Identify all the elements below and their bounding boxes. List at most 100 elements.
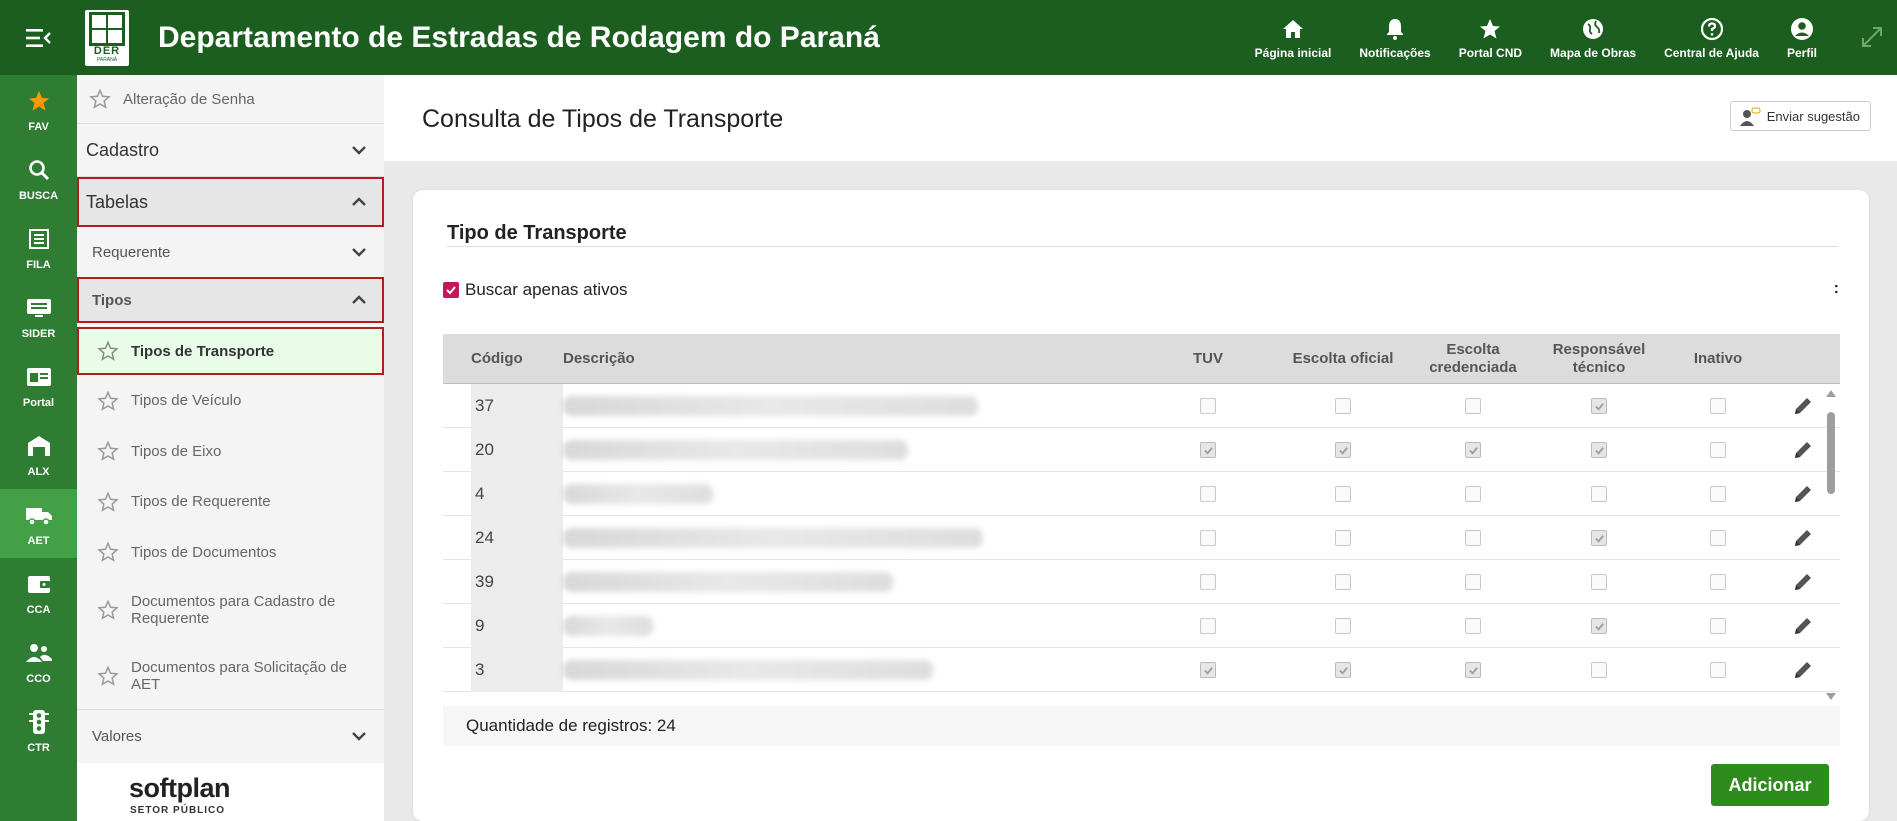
active-only-checkbox[interactable] [443,282,459,298]
rail-busca[interactable]: BUSCA [0,144,77,213]
bell-icon [1382,16,1408,42]
active-only-label: Buscar apenas ativos [465,280,628,299]
rail-cca[interactable]: CCA [0,558,77,627]
rail-sider[interactable]: SIDER [0,282,77,351]
top-header: DER PARANÁ Departamento de Estradas de R… [0,0,1897,75]
checkbox-inativo [1710,442,1726,458]
checkbox-inativo [1710,618,1726,634]
sidebar-item-tipos-veiculo[interactable]: Tipos de Veículo [77,375,384,426]
nav-help[interactable]: Central de Ajuda [1650,0,1773,75]
sidebar-item-docs-cadastro-requerente[interactable]: Documentos para Cadastro de Requerente [77,577,384,643]
star-outline-icon[interactable] [97,599,119,621]
checkbox-responsavel [1591,486,1607,502]
table-row[interactable]: 20 [443,428,1840,472]
checkbox-escolta-oficial [1335,486,1351,502]
star-icon [1477,16,1503,42]
rail-portal[interactable]: Portal [0,351,77,420]
star-outline-icon[interactable] [89,88,111,110]
rail-cco[interactable]: CCO [0,627,77,696]
brand-name: softplan [129,773,231,803]
code-cell: 37 [471,384,563,428]
people-icon [25,639,53,667]
expand-icon[interactable] [1859,24,1885,50]
nav-profile[interactable]: Perfil [1773,0,1831,75]
star-outline-icon[interactable] [97,389,119,412]
sidebar-group-requerente[interactable]: Requerente [77,227,384,277]
send-suggestion-button[interactable]: Enviar sugestão [1729,101,1871,131]
portal-icon [25,363,53,391]
sidebar-item-label: Tipos de Eixo [131,442,222,460]
star-outline-icon[interactable] [97,541,119,563]
star-outline-icon[interactable] [97,340,119,362]
rail-fila[interactable]: FILA [0,213,77,282]
section-label: Cadastro [86,139,160,160]
nav-mapa-obras[interactable]: Mapa de Obras [1536,0,1650,75]
table-row[interactable]: 9 [443,604,1840,648]
description-cell-redacted [563,616,653,636]
sidebar-item-tipos-requerente[interactable]: Tipos de Requerente [77,476,384,527]
sidebar-section-cadastro[interactable]: Cadastro [77,124,384,176]
sidebar-item-label: Tipos de Documentos [131,543,277,561]
scroll-thumb[interactable] [1827,412,1835,494]
sidebar-group-tipos[interactable]: Tipos [77,277,384,323]
table-row[interactable]: 3 [443,648,1840,692]
menu-toggle-button[interactable] [0,0,77,75]
col-escolta-oficial[interactable]: Escolta oficial [1278,334,1408,384]
nav-portal-cnd[interactable]: Portal CND [1445,0,1536,75]
traffic-light-icon [25,708,53,736]
group-label: Tipos [92,291,132,309]
user-icon [1789,16,1815,42]
checkbox-tuv [1200,574,1216,590]
sidebar-item-label: Tipos de Veículo [131,392,242,409]
edit-icon[interactable] [1792,571,1814,593]
edit-icon[interactable] [1792,483,1814,505]
col-descricao[interactable]: Descrição [563,334,663,384]
table-row[interactable]: 24 [443,516,1840,560]
sidebar-item-docs-solicitacao-aet[interactable]: Documentos para Solicitação de AET [77,643,384,709]
sidebar-item-alteracao-senha[interactable]: Alteração de Senha [77,75,384,123]
description-cell-redacted [563,572,893,592]
sidebar-item-tipos-transporte[interactable]: Tipos de Transporte [77,327,384,375]
sidebar-item-tipos-eixo[interactable]: Tipos de Eixo [77,426,384,476]
col-responsavel-tecnico[interactable]: Responsável técnico [1543,334,1655,384]
page-title: Consulta de Tipos de Transporte [422,105,784,133]
sidebar-group-valores[interactable]: Valores [77,710,384,762]
star-outline-icon[interactable] [97,490,119,513]
edit-icon[interactable] [1792,439,1814,461]
sidebar-section-tabelas[interactable]: Tabelas [77,177,384,227]
rail-fav[interactable]: FAV [0,75,77,144]
chevron-down-icon [352,146,366,155]
code-cell: 9 [471,604,563,648]
active-only-filter[interactable]: Buscar apenas ativos [443,280,628,300]
sidebar-item-tipos-documentos[interactable]: Tipos de Documentos [77,527,384,577]
col-inativo[interactable]: Inativo [1668,334,1768,384]
chevron-up-icon [352,295,366,304]
rail-alx[interactable]: ALX [0,420,77,489]
star-outline-icon[interactable] [97,665,119,687]
sidebar-item-label: Alteração de Senha [123,90,255,108]
col-tuv[interactable]: TUV [1163,334,1253,384]
col-codigo[interactable]: Código [471,334,531,384]
table-row[interactable]: 39 [443,560,1840,604]
edit-icon[interactable] [1792,659,1814,681]
brand-tagline: SETOR PÚBLICO [130,805,226,816]
rail-ctr[interactable]: CTR [0,696,77,765]
scroll-down-icon[interactable] [1825,692,1837,702]
nav-home[interactable]: Página inicial [1241,0,1346,75]
table-scrollbar[interactable] [1822,384,1840,706]
rail-aet[interactable]: AET [0,489,77,558]
nav-notifications[interactable]: Notificações [1345,0,1444,75]
chevron-down-icon [352,248,366,257]
scroll-up-icon[interactable] [1825,388,1837,398]
edit-icon[interactable] [1792,527,1814,549]
table-row[interactable]: 37 [443,384,1840,428]
add-button[interactable]: Adicionar [1711,764,1829,806]
table-row[interactable]: 4 [443,472,1840,516]
edit-icon[interactable] [1792,395,1814,417]
star-outline-icon[interactable] [97,440,119,462]
divider [447,246,1838,247]
search-icon [25,156,53,184]
col-escolta-credenciada[interactable]: Escolta credenciada [1413,334,1533,384]
column-options-button[interactable]: : [1834,280,1839,298]
edit-icon[interactable] [1792,615,1814,637]
